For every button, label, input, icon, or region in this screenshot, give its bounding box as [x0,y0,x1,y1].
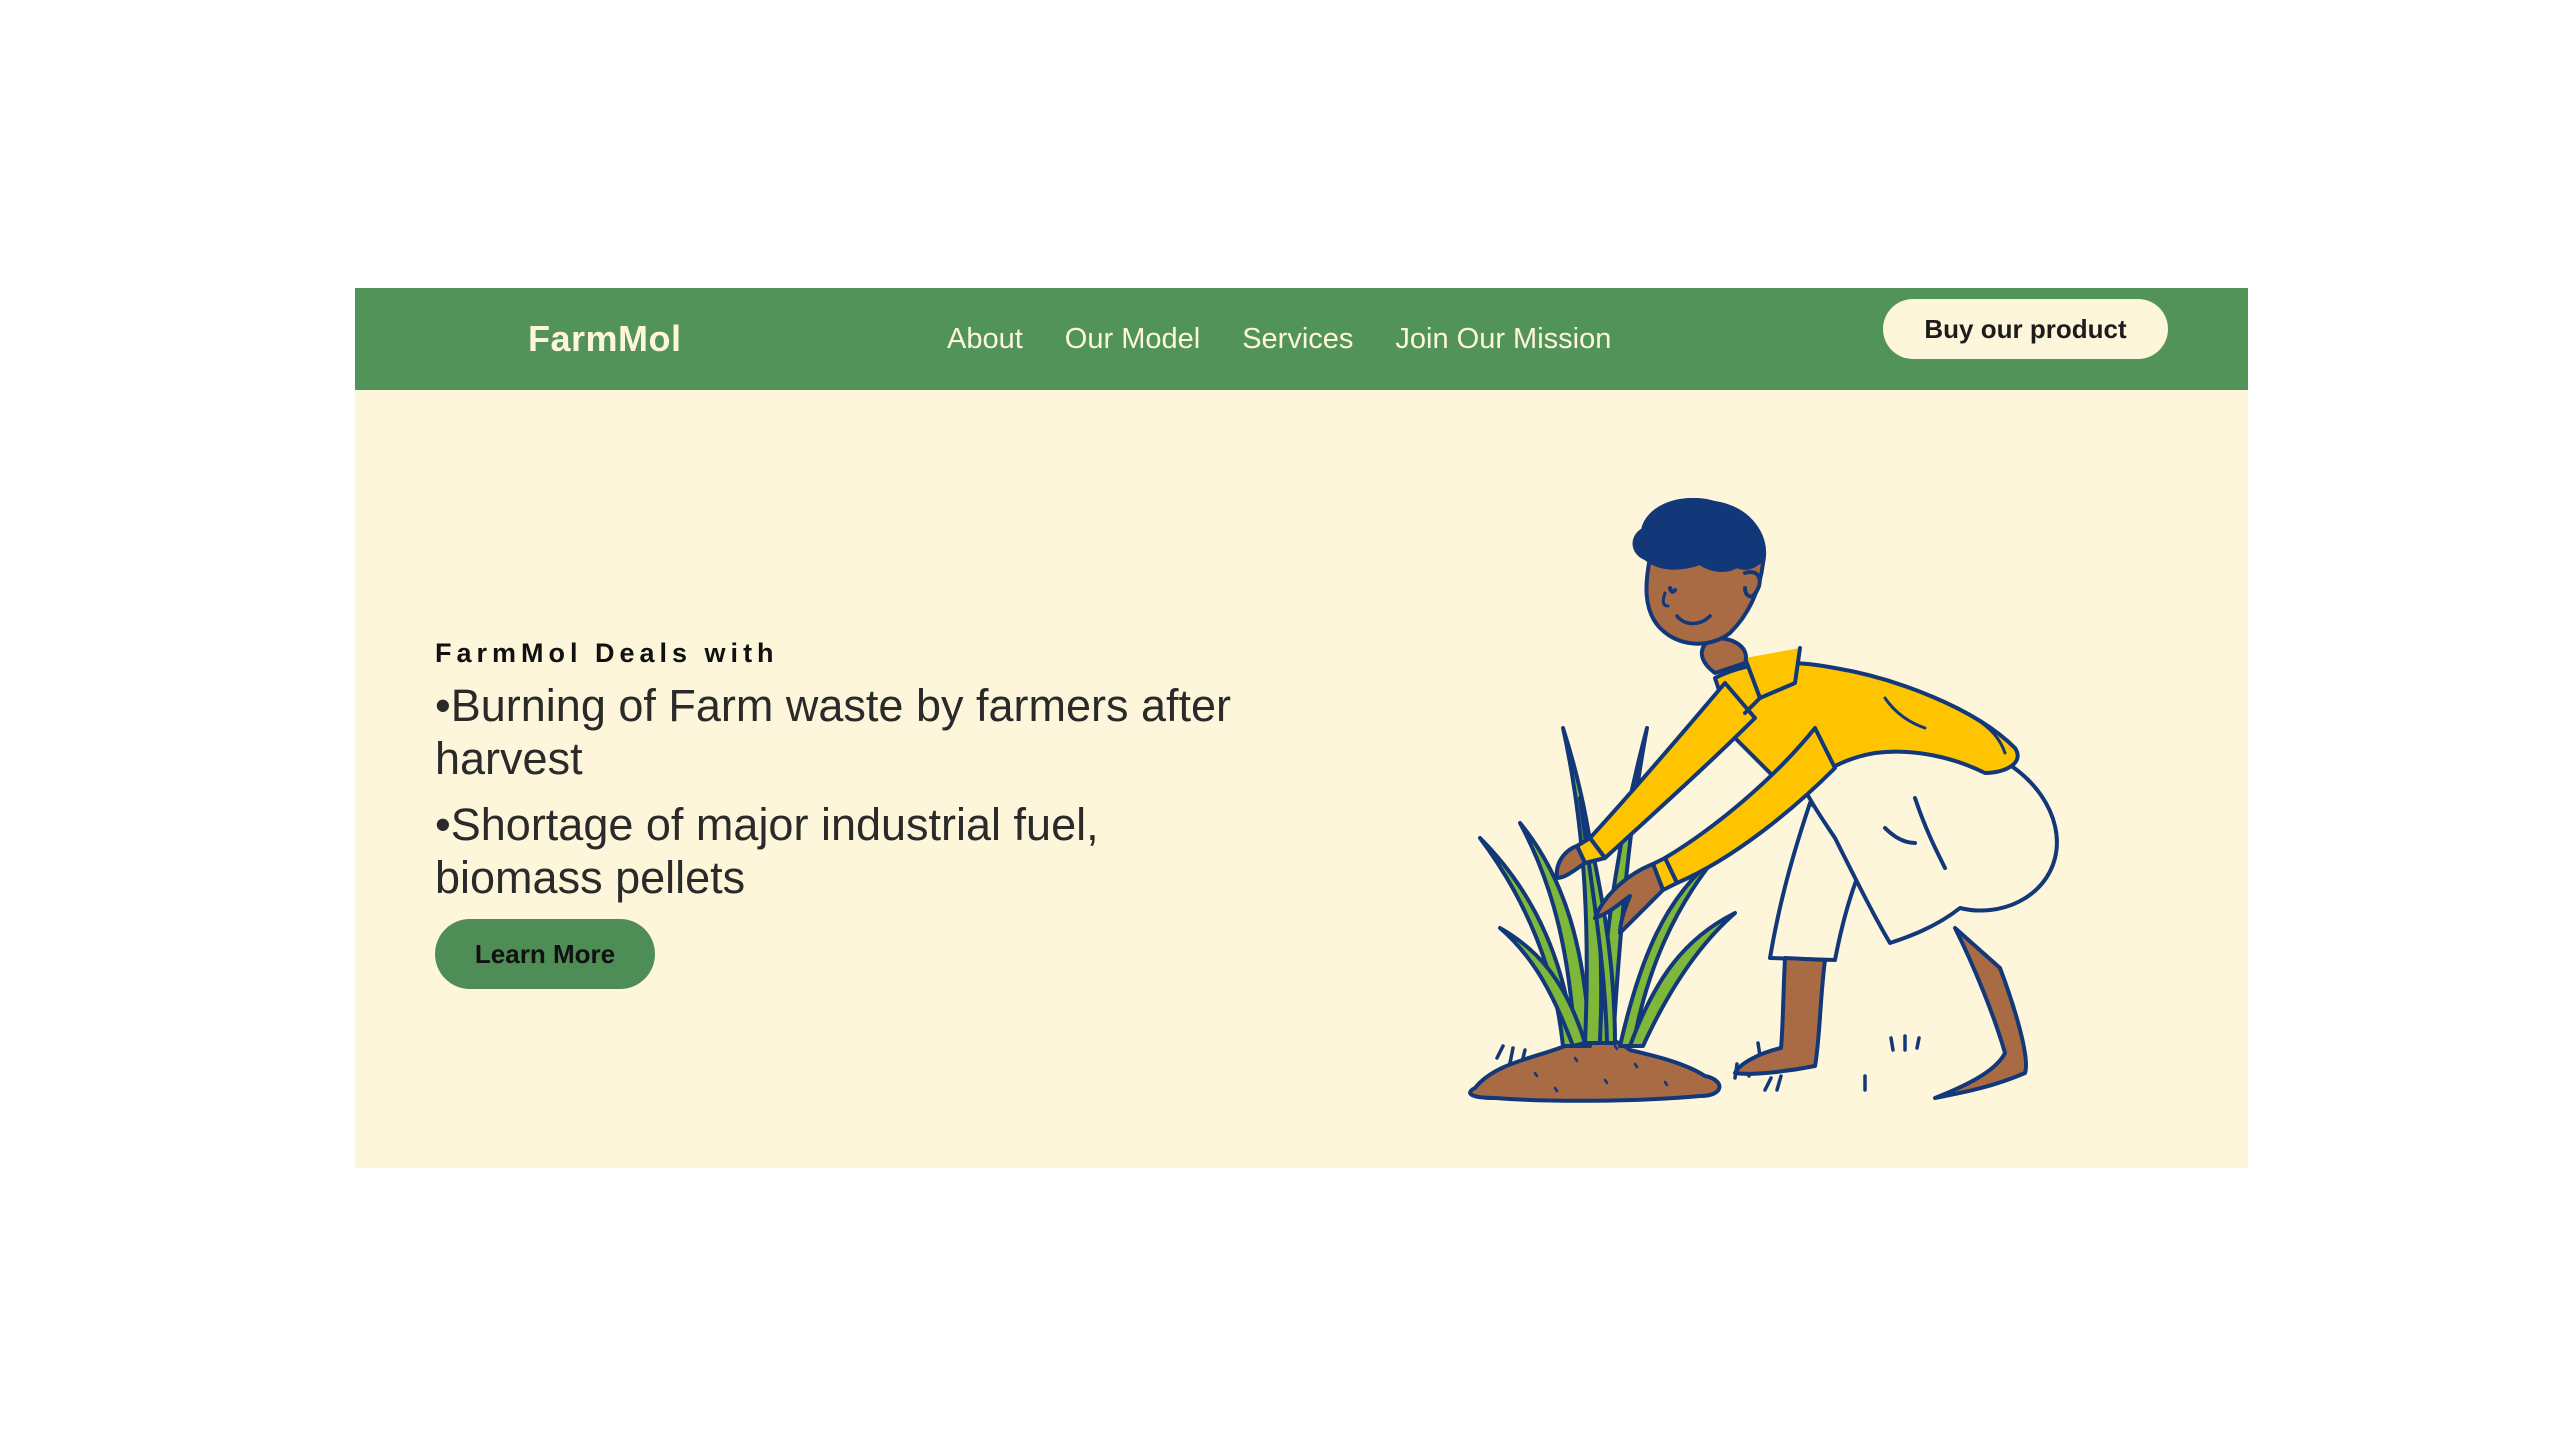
nav-link-our-model[interactable]: Our Model [1065,323,1200,356]
page: FarmMol About Our Model Services Join Ou… [0,0,2560,1440]
nav-links: About Our Model Services Join Our Missio… [947,288,1611,390]
nav-link-about[interactable]: About [947,323,1023,356]
nav-link-join-our-mission[interactable]: Join Our Mission [1395,323,1611,356]
hero-eyebrow: FarmMol Deals with [435,638,779,668]
brand-logo[interactable]: FarmMol [528,288,682,390]
farmer-planting-icon [1415,497,2095,1118]
navbar: FarmMol About Our Model Services Join Ou… [355,288,2248,390]
website-frame: FarmMol About Our Model Services Join Ou… [355,288,2248,1168]
hero-bullet-fuel-shortage: •Shortage of major industrial fuel, biom… [435,799,1099,903]
hero-text: FarmMol Deals with •Burning of Farm wast… [435,638,1235,989]
nav-link-services[interactable]: Services [1242,323,1353,356]
learn-more-button[interactable]: Learn More [435,919,655,989]
hero-bullet-farm-waste: •Burning of Farm waste by farmers after … [435,680,1232,784]
buy-product-button[interactable]: Buy our product [1883,299,2168,359]
